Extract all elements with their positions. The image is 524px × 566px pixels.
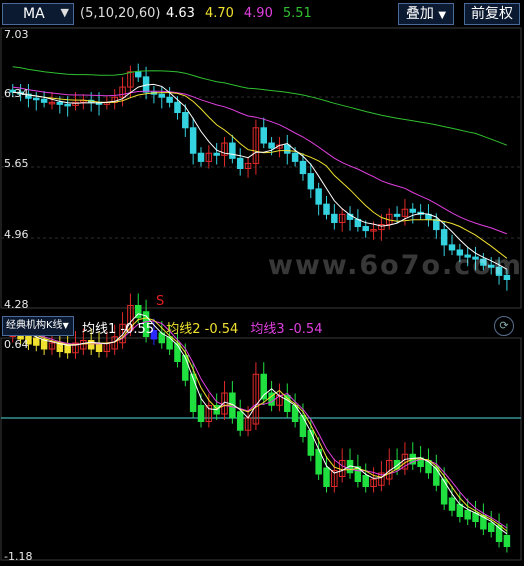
indicator-select[interactable]: 经典机构K线▼	[2, 316, 74, 336]
indicator-candle	[503, 535, 511, 547]
ma1-label: 均线1	[82, 322, 117, 337]
kline-chart[interactable]	[0, 0, 524, 566]
indicator-candle	[64, 345, 71, 354]
candle-body	[135, 71, 142, 78]
indicator-ma2-line	[12, 317, 508, 532]
candle-body	[260, 127, 267, 144]
indicator-axis-label: -1.18	[4, 550, 33, 563]
indicator-ma-labels: 均线1 -0.55 均线2 -0.54 均线3 -0.54	[82, 318, 322, 337]
candle-body	[284, 144, 291, 154]
indicator-candle	[307, 430, 315, 456]
indicator-candle	[166, 336, 173, 350]
candle-body	[291, 152, 299, 162]
candle-body	[56, 101, 64, 105]
candle-body	[166, 96, 173, 103]
indicator-candle	[464, 510, 471, 520]
candle-body	[299, 160, 307, 175]
price-axis-label: 4.96	[4, 228, 29, 241]
indicator-panel-frame	[0, 337, 522, 561]
indicator-candle	[323, 467, 330, 487]
indicator-candle	[362, 475, 369, 487]
indicator-candle	[448, 497, 456, 511]
candle-body	[393, 213, 401, 217]
candle-body	[174, 101, 181, 114]
price-axis-label: 5.65	[4, 157, 29, 170]
ma5-line	[12, 83, 508, 270]
candle-body	[213, 152, 220, 156]
price-axis-label: 4.28	[4, 298, 29, 311]
ma3-label: 均线3	[250, 322, 285, 337]
candle-body	[440, 229, 448, 246]
indicator-select-label: 经典机构K线	[6, 320, 63, 331]
candle-body	[64, 103, 71, 107]
price-axis-label: 6.34	[4, 87, 29, 100]
ma20-line	[12, 86, 508, 235]
price-axis-label: 7.03	[4, 28, 29, 41]
candle-body	[315, 188, 322, 205]
candle-body	[229, 142, 236, 159]
indicator-candle	[182, 355, 189, 381]
candle-body	[182, 112, 189, 129]
candle-body	[362, 226, 369, 232]
indicator-candle	[299, 415, 307, 437]
indicator-ma1-line	[12, 313, 508, 535]
indicator-candle	[33, 337, 40, 346]
signal-marker: S	[156, 294, 165, 309]
candle-body	[331, 213, 338, 223]
watermark: www.6o7o.com	[268, 250, 523, 281]
candle-body	[189, 127, 197, 154]
candle-body	[236, 157, 244, 170]
ma1-value: -0.55	[120, 322, 155, 337]
candle-body	[33, 97, 40, 101]
candle-body	[409, 208, 417, 213]
ma2-value: -0.54	[204, 322, 239, 337]
indicator-ma3-line	[12, 320, 508, 529]
candle-body	[40, 98, 48, 103]
indicator-candle	[236, 411, 244, 431]
indicator-candle	[440, 478, 448, 505]
indicator-candle	[189, 373, 197, 412]
ma10-line	[12, 91, 508, 259]
candle-body	[268, 142, 275, 149]
candle-body	[323, 203, 330, 215]
ma3-value: -0.54	[288, 322, 323, 337]
chevron-down-icon: ▼	[62, 321, 69, 330]
indicator-candle	[487, 522, 495, 532]
ma60-line	[12, 66, 508, 146]
settings-icon[interactable]: ⟳	[494, 316, 514, 336]
candle-body	[307, 173, 315, 190]
candle-body	[158, 93, 166, 98]
ma2-label: 均线2	[166, 322, 201, 337]
indicator-axis-label: 0.64	[4, 338, 29, 351]
indicator-candle	[197, 405, 205, 422]
candle-body	[197, 152, 205, 162]
candle-body	[433, 218, 440, 231]
